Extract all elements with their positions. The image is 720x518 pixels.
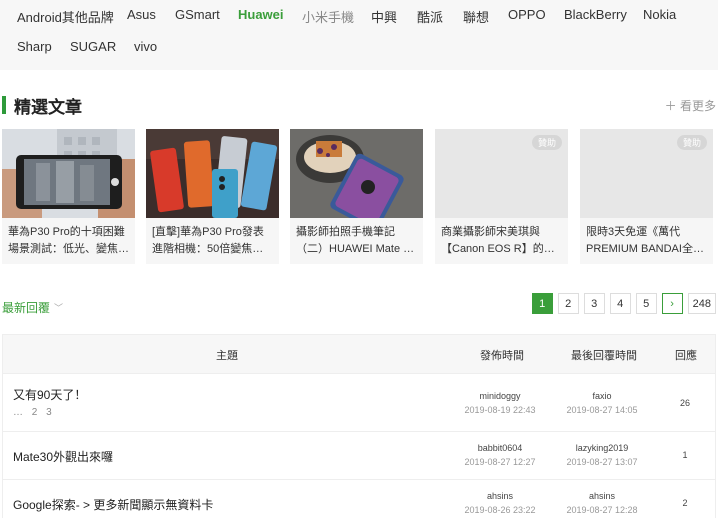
article-title: 華為P30 Pro的十項困難 場景測試：低光、變焦… [8, 226, 129, 255]
brand-link[interactable]: vivo [134, 39, 157, 54]
last-reply-user[interactable]: ahsins [552, 491, 652, 501]
author-name[interactable]: babbit0604 [450, 443, 550, 453]
article-thumbnail: 贊助 [435, 129, 568, 218]
page-button[interactable]: 2 [557, 293, 579, 314]
article-thumbnail [290, 129, 423, 218]
posted-date: 2019-08-26 23:22 [464, 505, 536, 515]
article-thumbnail [146, 129, 279, 218]
accent-bar [2, 96, 6, 114]
article-thumbnail: 贊助 [580, 129, 713, 218]
sponsored-badge: 贊助 [676, 135, 707, 150]
topic-page-link[interactable]: … [13, 407, 23, 418]
topic-pages: … 2 3 [13, 407, 58, 418]
topics-table: 主題 發佈時間 最後回覆時間 回應 又有90天了！ … 2 3 minidogg… [2, 334, 716, 518]
article-card[interactable]: 攝影師拍照手機筆記 （二）HUAWEI Mate 2… [290, 129, 423, 264]
brand-link[interactable]: BlackBerry [564, 7, 627, 22]
sponsored-card[interactable]: 贊助 限時3天免運《萬代 PREMIUM BANDAI全… [580, 129, 713, 264]
featured-title: 精選文章 [14, 97, 82, 117]
see-more-link[interactable]: ＋ 看更多 [665, 97, 716, 114]
reply-count: 1 [682, 450, 688, 460]
page-button[interactable]: 5 [635, 293, 657, 314]
article-title: [直擊]華為P30 Pro發表 進階相機：50倍變焦、… [152, 226, 274, 255]
article-card[interactable]: 華為P30 Pro的十項困難 場景測試：低光、變焦… [2, 129, 135, 264]
brand-link[interactable]: 聯想 [463, 7, 489, 26]
topic-page-link[interactable]: 3 [46, 407, 52, 418]
last-reply-user[interactable]: faxio [552, 391, 652, 401]
header-posted: 發佈時間 [480, 350, 524, 362]
posted-date: 2019-08-19 22:43 [464, 405, 536, 415]
pagination: 1 2 3 4 5 › 248 [531, 293, 716, 314]
brand-link[interactable]: Sharp [17, 39, 52, 54]
featured-header: 精選文章 [2, 95, 82, 117]
page-button[interactable]: 3 [583, 293, 605, 314]
article-card[interactable]: [直擊]華為P30 Pro發表 進階相機：50倍變焦、… [146, 129, 279, 264]
brand-link[interactable]: 酷派 [417, 7, 443, 26]
sponsored-badge: 贊助 [531, 135, 562, 150]
header-last-reply: 最後回覆時間 [571, 350, 637, 362]
last-reply-date: 2019-08-27 14:05 [566, 405, 638, 415]
chevron-down-icon: ﹀ [54, 303, 64, 313]
brand-link[interactable]: Nokia [643, 7, 676, 22]
topic-page-link[interactable]: 2 [32, 407, 38, 418]
reply-count: 26 [679, 398, 690, 408]
brand-link[interactable]: GSmart [175, 7, 220, 22]
last-reply-date: 2019-08-27 12:28 [566, 505, 638, 515]
topic-link[interactable]: 又有90天了！ [13, 386, 86, 403]
header-replies: 回應 [675, 350, 697, 362]
table-row: Google探索- > 更多新聞顯示無資料卡 ahsins 2019-08-26… [3, 479, 715, 518]
last-page-button[interactable]: 248 [687, 293, 716, 314]
sort-label: 最新回覆 [2, 301, 51, 315]
article-title: 限時3天免運《萬代 PREMIUM BANDAI全… [586, 226, 704, 255]
brand-link[interactable]: Asus [127, 7, 156, 22]
brand-link[interactable]: OPPO [508, 7, 546, 22]
last-reply-date: 2019-08-27 13:07 [566, 457, 638, 467]
sort-dropdown[interactable]: 最新回覆 ﹀ [2, 299, 63, 316]
brand-link[interactable]: 中興 [371, 7, 397, 26]
next-page-button[interactable]: › [661, 293, 683, 314]
author-name[interactable]: minidoggy [450, 391, 550, 401]
brand-link[interactable]: Android其他品牌 [17, 7, 114, 26]
article-title: 攝影師拍照手機筆記 （二）HUAWEI Mate 2… [296, 226, 418, 255]
table-header: 主題 發佈時間 最後回覆時間 回應 [3, 335, 715, 373]
topic-link[interactable]: Google探索- > 更多新聞顯示無資料卡 [13, 496, 213, 513]
topic-link[interactable]: Mate30外觀出來囉 [13, 448, 113, 465]
posted-date: 2019-08-27 12:27 [464, 457, 536, 467]
header-topic: 主題 [216, 350, 238, 362]
article-thumbnail [2, 129, 135, 218]
sponsored-card[interactable]: 贊助 商業攝影師宋美琪與 【Canon EOS R】的初… [435, 129, 568, 264]
table-row: Mate30外觀出來囉 babbit0604 2019-08-27 12:27 … [3, 431, 715, 479]
reply-count: 2 [682, 498, 688, 508]
table-row: 又有90天了！ … 2 3 minidoggy 2019-08-19 22:43… [3, 373, 715, 431]
article-title: 商業攝影師宋美琪與 【Canon EOS R】的初… [441, 226, 563, 255]
brand-link-active[interactable]: Huawei [238, 7, 284, 22]
page-button-current[interactable]: 1 [531, 293, 553, 314]
brand-link[interactable]: SUGAR [70, 39, 116, 54]
author-name[interactable]: ahsins [450, 491, 550, 501]
page-button[interactable]: 4 [609, 293, 631, 314]
brand-link[interactable]: 小米手機 [302, 7, 354, 26]
brand-nav: Android其他品牌 Asus GSmart Huawei 小米手機 中興 酷… [0, 0, 718, 70]
last-reply-user[interactable]: lazyking2019 [552, 443, 652, 453]
